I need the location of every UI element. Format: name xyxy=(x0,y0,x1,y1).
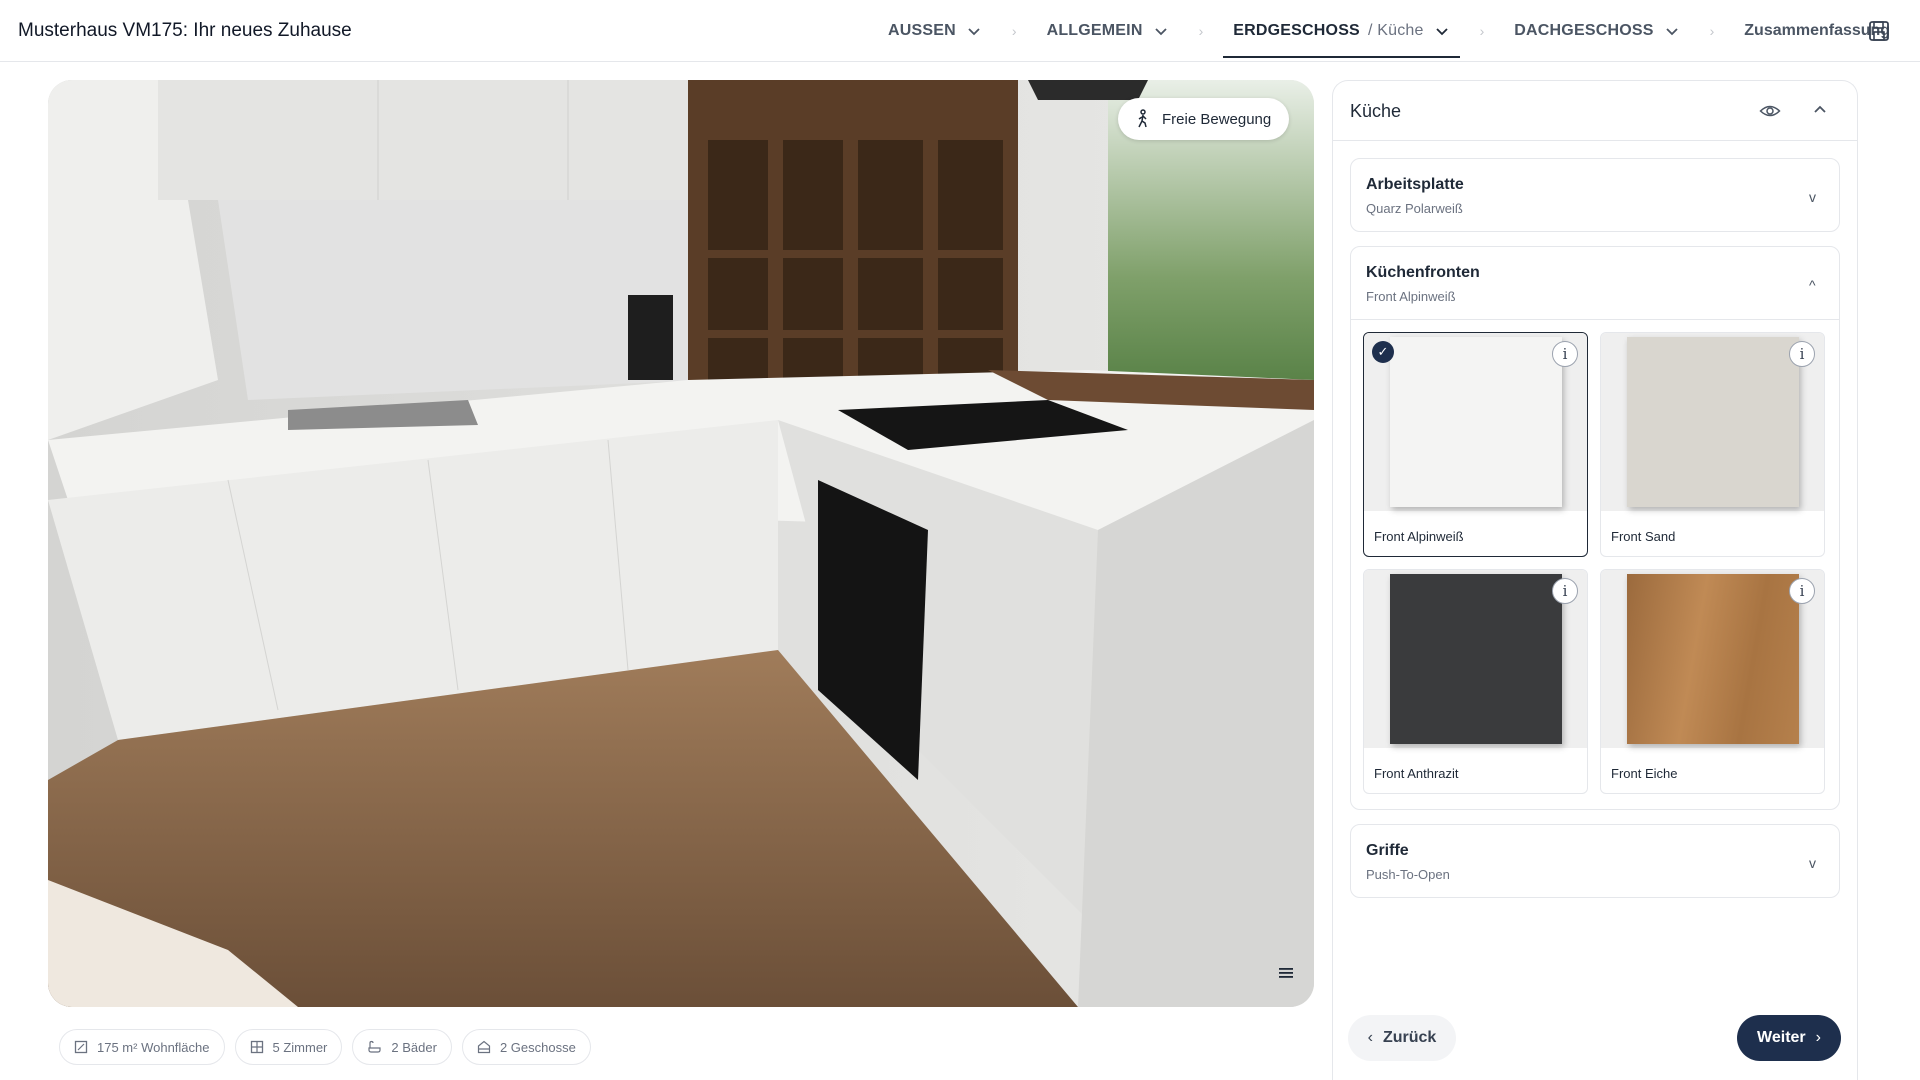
3d-viewer[interactable]: Freie Bewegung xyxy=(48,80,1314,1007)
info-icon[interactable]: i xyxy=(1789,578,1815,604)
rooms-icon xyxy=(250,1040,263,1054)
swatch xyxy=(1627,574,1799,744)
viewer-menu-button[interactable] xyxy=(1273,960,1299,986)
stat-rooms-label: 5 Zimmer xyxy=(272,1039,328,1055)
chevron-up-icon[interactable] xyxy=(1811,101,1829,119)
nav-separator: › xyxy=(1479,23,1485,39)
nav-dachgeschoss[interactable]: DACHGESCHOSS xyxy=(1504,0,1689,62)
option-label: Front Sand xyxy=(1611,529,1676,544)
swatch xyxy=(1627,337,1799,507)
selected-check-icon: ✓ xyxy=(1372,341,1394,363)
configuration-panel: Küche Arbeitsplatte Quarz Polarweiß v Kü… xyxy=(1332,80,1858,1080)
stat-floors: 2 Geschosse xyxy=(461,1029,591,1065)
step-navigation: AUSSEN › ALLGEMEIN › ERDGESCHOSS / Küche… xyxy=(878,0,1900,62)
option-label: Front Eiche xyxy=(1611,766,1678,781)
kitchen-render xyxy=(48,80,1314,1007)
stat-rooms: 5 Zimmer xyxy=(234,1029,343,1065)
chevron-down-icon xyxy=(1665,28,1678,36)
nav-separator: › xyxy=(1011,23,1017,39)
section-name: Arbeitsplatte xyxy=(1366,176,1464,193)
stat-baths-label: 2 Bäder xyxy=(391,1039,437,1055)
section-value: Quarz Polarweiß xyxy=(1366,201,1463,216)
house-stats: 175 m² Wohnfläche 5 Zimmer 2 Bäder 2 Ges… xyxy=(59,1029,591,1065)
section-arbeitsplatte: Arbeitsplatte Quarz Polarweiß v xyxy=(1350,158,1840,232)
floors-icon xyxy=(477,1040,491,1054)
section-kuechenfronten-header[interactable]: Küchenfronten Front Alpinweiß ^ xyxy=(1351,247,1839,319)
nav-separator: › xyxy=(1709,23,1715,39)
swatch xyxy=(1390,574,1562,744)
chevron-up-icon: ^ xyxy=(1809,277,1816,293)
chevron-down-icon: v xyxy=(1809,855,1816,871)
option-label: Front Anthrazit xyxy=(1374,766,1459,781)
option-front-eiche[interactable]: i Front Eiche xyxy=(1600,569,1825,794)
bath-icon xyxy=(368,1040,381,1053)
nav-erdgeschoss[interactable]: ERDGESCHOSS / Küche xyxy=(1223,0,1460,62)
area-icon xyxy=(74,1040,88,1054)
option-label: Front Alpinweiß xyxy=(1374,529,1464,544)
info-icon[interactable]: i xyxy=(1552,341,1578,367)
section-griffe: Griffe Push-To-Open v xyxy=(1350,824,1840,898)
free-move-label: Freie Bewegung xyxy=(1162,110,1272,128)
walking-person-icon xyxy=(1138,109,1147,128)
next-button[interactable]: Weiter › xyxy=(1737,1015,1841,1061)
info-icon[interactable]: i xyxy=(1789,341,1815,367)
section-kuechenfronten: Küchenfronten Front Alpinweiß ^ ✓ i Fron… xyxy=(1350,246,1840,810)
stat-baths: 2 Bäder xyxy=(352,1029,452,1065)
stat-floors-label: 2 Geschosse xyxy=(499,1039,576,1055)
save-icon[interactable] xyxy=(1868,20,1890,42)
chevron-down-icon xyxy=(1435,28,1448,36)
nav-separator: › xyxy=(1198,23,1204,39)
front-options: ✓ i Front Alpinweiß i Front Sand i Front… xyxy=(1351,319,1839,809)
eye-icon[interactable] xyxy=(1759,101,1781,121)
back-label: Zurück xyxy=(1382,1029,1437,1046)
info-icon[interactable]: i xyxy=(1552,578,1578,604)
next-label: Weiter xyxy=(1757,1029,1806,1046)
back-button[interactable]: ‹ Zurück xyxy=(1348,1015,1456,1061)
option-front-anthrazit[interactable]: i Front Anthrazit xyxy=(1363,569,1588,794)
chevron-down-icon: v xyxy=(1809,189,1816,205)
nav-erdgeschoss-sublabel: / Küche xyxy=(1367,22,1424,39)
page-title: Musterhaus VM175: Ihr neues Zuhause xyxy=(18,20,352,41)
nav-aussen-label: AUSSEN xyxy=(888,22,956,39)
section-value: Front Alpinweiß xyxy=(1366,289,1456,304)
chevron-down-icon xyxy=(968,28,980,36)
section-name: Griffe xyxy=(1366,842,1409,859)
section-griffe-header[interactable]: Griffe Push-To-Open v xyxy=(1351,825,1839,897)
section-arbeitsplatte-header[interactable]: Arbeitsplatte Quarz Polarweiß v xyxy=(1351,159,1839,231)
nav-erdgeschoss-label: ERDGESCHOSS xyxy=(1233,22,1360,39)
stat-area-label: 175 m² Wohnfläche xyxy=(97,1039,210,1055)
chevron-left-icon: ‹ xyxy=(1367,1029,1373,1046)
chevron-right-icon: › xyxy=(1815,1029,1821,1046)
panel-title: Küche xyxy=(1350,101,1402,121)
section-name: Küchenfronten xyxy=(1366,264,1480,281)
nav-allgemein-label: ALLGEMEIN xyxy=(1046,22,1143,39)
top-bar: Musterhaus VM175: Ihr neues Zuhause AUSS… xyxy=(0,0,1920,62)
nav-aussen[interactable]: AUSSEN xyxy=(878,0,992,62)
swatch xyxy=(1390,337,1562,507)
stat-area: 175 m² Wohnfläche xyxy=(59,1029,225,1065)
nav-allgemein[interactable]: ALLGEMEIN xyxy=(1037,0,1179,62)
chevron-down-icon xyxy=(1154,28,1167,36)
nav-dachgeschoss-label: DACHGESCHOSS xyxy=(1514,22,1654,39)
section-value: Push-To-Open xyxy=(1366,867,1450,882)
hamburger-menu-icon xyxy=(1279,968,1293,978)
option-front-sand[interactable]: i Front Sand xyxy=(1600,332,1825,557)
panel-header: Küche xyxy=(1333,81,1857,141)
option-front-alpinweiss[interactable]: ✓ i Front Alpinweiß xyxy=(1363,332,1588,557)
free-move-button[interactable]: Freie Bewegung xyxy=(1118,98,1290,140)
